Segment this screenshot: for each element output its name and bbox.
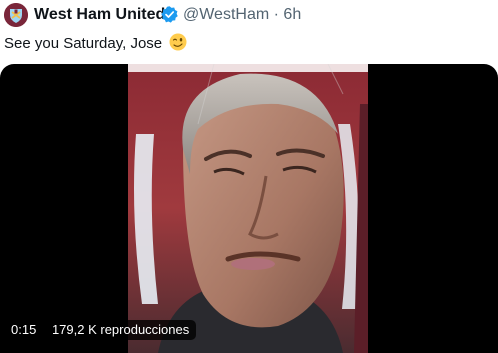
video-player[interactable] <box>0 64 498 353</box>
tweet-text: See you Saturday, Jose <box>4 33 187 52</box>
verified-badge-icon <box>161 6 178 23</box>
author-name[interactable]: West Ham United <box>34 6 165 24</box>
video-stats-overlay: 0:15 179,2 K reproducciones <box>4 320 197 340</box>
tweet-header: West Ham United @WestHam · 6h See you Sa… <box>0 0 498 60</box>
author-handle[interactable]: @WestHam <box>183 6 269 23</box>
video-frame[interactable] <box>128 64 368 353</box>
west-ham-crest-icon[interactable] <box>4 3 28 27</box>
video-view-count: 179,2 K reproducciones <box>51 322 190 337</box>
tweet-text-content: See you Saturday, Jose <box>4 35 163 52</box>
winking-face-icon <box>169 33 187 51</box>
video-thumbnail <box>128 64 368 353</box>
tweet-time[interactable]: 6h <box>283 6 301 23</box>
handle-and-time[interactable]: @WestHam · 6h <box>183 6 301 24</box>
separator-dot: · <box>273 6 279 23</box>
video-elapsed-time: 0:15 <box>11 322 37 337</box>
